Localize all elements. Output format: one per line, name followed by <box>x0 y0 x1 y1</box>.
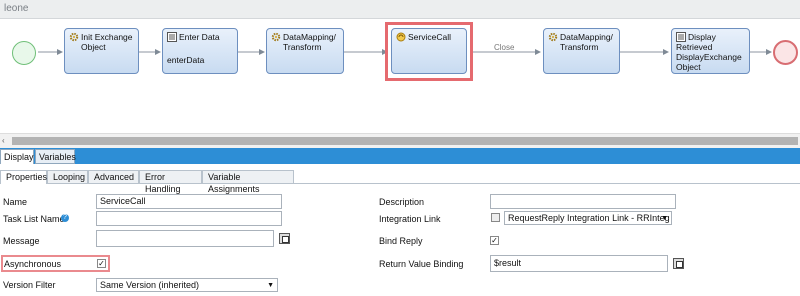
start-event[interactable] <box>12 41 36 65</box>
gear-icon <box>548 32 558 42</box>
subtab-advanced[interactable]: Advanced <box>88 170 139 183</box>
name-label: Name <box>3 197 28 207</box>
node-servicecall[interactable]: ServiceCall <box>391 28 467 74</box>
gear-icon <box>271 32 281 42</box>
edge-label-close: Close <box>494 43 515 52</box>
end-event[interactable] <box>773 40 798 65</box>
integration-link-select[interactable]: RequestReply Integration Link - RRInteg ▼ <box>504 211 672 225</box>
form-icon <box>167 32 177 42</box>
node-init-exchange-object[interactable]: Init Exchange Object <box>64 28 139 74</box>
message-label: Message <box>3 236 40 246</box>
task-list-name-label: Task List Name <box>3 214 65 224</box>
subtab-error-handling[interactable]: Error Handling <box>139 170 202 194</box>
form-icon <box>676 32 686 42</box>
version-filter-label: Version Filter <box>3 280 56 290</box>
scrollbar-thumb[interactable] <box>12 137 798 145</box>
node-display-retrieved[interactable]: Display Retrieved DisplayExchange Object <box>671 28 750 74</box>
dropdown-arrow-icon: ▼ <box>661 215 668 222</box>
node-enter-data[interactable]: Enter Data enterData <box>162 28 238 74</box>
node-subtext: enterData <box>167 55 205 65</box>
bottom-tabstrip: Display Variables <box>0 148 800 164</box>
return-value-picker-icon[interactable] <box>673 258 684 269</box>
tab-display[interactable]: Display <box>0 149 34 164</box>
return-value-binding-field[interactable]: $result <box>490 255 668 272</box>
gear-icon <box>69 32 79 42</box>
return-value-binding-label: Return Value Binding <box>379 259 464 269</box>
subtab-properties[interactable]: Properties <box>0 170 47 184</box>
window-title: leone <box>4 3 29 14</box>
tab-variables[interactable]: Variables <box>35 149 76 164</box>
asynchronous-checkbox[interactable]: ✓ <box>97 259 106 268</box>
message-field[interactable] <box>96 230 274 247</box>
node-datamapping-transform-1[interactable]: DataMapping/ Transform <box>266 28 344 74</box>
description-field[interactable] <box>490 194 676 209</box>
description-label: Description <box>379 197 425 207</box>
version-filter-select[interactable]: Same Version (inherited) ▼ <box>96 278 278 292</box>
subtab-looping[interactable]: Looping <box>47 170 88 183</box>
integration-link-icon <box>491 213 500 222</box>
window-titlebar: leone <box>0 0 800 19</box>
service-icon <box>396 32 406 42</box>
subtab-variable-assignments[interactable]: Variable Assignments <box>202 170 294 194</box>
bind-reply-label: Bind Reply <box>379 236 423 246</box>
scroll-left-arrow-icon[interactable]: ‹ <box>2 136 5 145</box>
integration-link-label: Integration Link <box>379 214 441 224</box>
bind-reply-checkbox[interactable]: ✓ <box>490 236 499 245</box>
properties-subtabs: Properties Looping Advanced Error Handli… <box>0 170 800 194</box>
node-datamapping-transform-2[interactable]: DataMapping/ Transform <box>543 28 620 74</box>
process-canvas: Init Exchange Object Enter Data enterDat… <box>0 19 800 133</box>
asynchronous-label: Asynchronous <box>4 259 62 269</box>
dropdown-arrow-icon: ▼ <box>267 282 274 289</box>
message-picker-icon[interactable] <box>279 233 290 244</box>
name-field[interactable]: ServiceCall <box>96 194 282 209</box>
canvas-horizontal-scrollbar[interactable]: ‹ <box>0 133 800 148</box>
task-list-name-field[interactable] <box>96 211 282 226</box>
help-icon[interactable]: ? <box>61 214 69 222</box>
